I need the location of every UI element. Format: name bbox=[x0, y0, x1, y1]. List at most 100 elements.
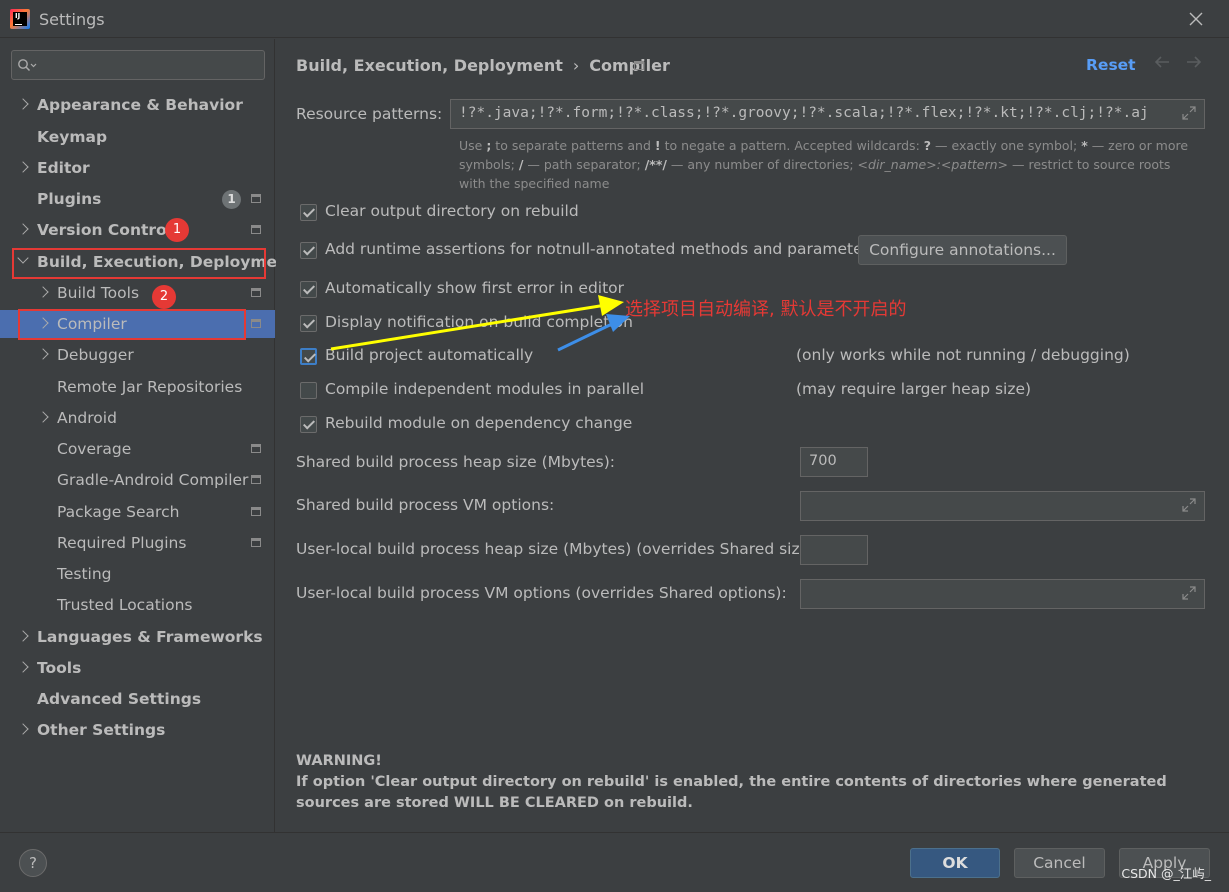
sidebar-item-package-search[interactable]: Package Search bbox=[0, 498, 275, 526]
shared-vm-field[interactable] bbox=[800, 491, 1205, 521]
show-first-error-label: Automatically show first error in editor bbox=[325, 279, 625, 297]
chevron-right-icon[interactable] bbox=[17, 161, 29, 173]
sidebar-item-coverage[interactable]: Coverage bbox=[0, 435, 275, 463]
sidebar-item-label: Build Tools bbox=[57, 284, 140, 302]
search-icon bbox=[18, 59, 37, 72]
shared-vm-label: Shared build process VM options: bbox=[296, 496, 555, 514]
compile-parallel-checkbox[interactable] bbox=[300, 382, 317, 399]
sidebar-item-build-tools[interactable]: Build Tools bbox=[0, 279, 275, 307]
display-notification-label: Display notification on build completion bbox=[325, 313, 633, 331]
watermark: CSDN @_江屿_ bbox=[1121, 866, 1211, 881]
compile-parallel-label: Compile independent modules in parallel bbox=[325, 380, 645, 398]
sidebar-item-trusted-locations[interactable]: Trusted Locations bbox=[0, 591, 275, 619]
display-notification-checkbox[interactable] bbox=[300, 315, 317, 332]
sidebar-item-editor[interactable]: Editor bbox=[0, 154, 275, 182]
sidebar-item-label: Editor bbox=[37, 159, 90, 177]
resource-patterns-label: Resource patterns: bbox=[296, 105, 443, 123]
sidebar-item-testing[interactable]: Testing bbox=[0, 560, 275, 588]
sidebar-item-label: Remote Jar Repositories bbox=[57, 378, 243, 396]
show-first-error-checkbox[interactable] bbox=[300, 281, 317, 298]
sidebar-item-label: Android bbox=[57, 409, 117, 427]
sidebar-item-remote-jar-repositories[interactable]: Remote Jar Repositories bbox=[0, 373, 275, 401]
ok-button[interactable]: OK bbox=[910, 848, 1000, 878]
sidebar-item-required-plugins[interactable]: Required Plugins bbox=[0, 529, 275, 557]
expand-icon[interactable] bbox=[1182, 586, 1196, 600]
sidebar-item-label: Debugger bbox=[57, 346, 134, 364]
shared-heap-field[interactable]: 700 bbox=[800, 447, 868, 477]
rebuild-on-change-checkbox[interactable] bbox=[300, 416, 317, 433]
sidebar-item-label: Trusted Locations bbox=[57, 596, 193, 614]
expand-icon[interactable] bbox=[1182, 106, 1196, 120]
breadcrumb-separator: › bbox=[572, 56, 580, 75]
chevron-right-icon[interactable] bbox=[17, 98, 29, 110]
build-automatically-note: (only works while not running / debuggin… bbox=[796, 346, 1130, 364]
chevron-right-icon[interactable] bbox=[37, 411, 49, 423]
window-title: Settings bbox=[39, 10, 105, 29]
marker-2: 2 bbox=[152, 285, 176, 309]
sidebar-item-languages-frameworks[interactable]: Languages & Frameworks bbox=[0, 623, 275, 651]
sidebar-item-label: Keymap bbox=[37, 128, 108, 146]
search-field[interactable] bbox=[38, 54, 258, 76]
breadcrumb: Build, Execution, Deployment › Compiler bbox=[296, 56, 670, 75]
project-level-icon bbox=[251, 288, 261, 297]
project-level-icon bbox=[251, 194, 261, 203]
warning-title: WARNING! bbox=[296, 753, 382, 769]
sidebar-item-appearance-behavior[interactable]: Appearance & Behavior bbox=[0, 91, 275, 119]
chevron-right-icon[interactable] bbox=[37, 286, 49, 298]
project-level-icon bbox=[251, 444, 261, 453]
sidebar-item-plugins[interactable]: Plugins 1 bbox=[0, 185, 275, 213]
reset-link[interactable]: Reset bbox=[1086, 56, 1136, 74]
search-input[interactable] bbox=[11, 50, 265, 80]
sidebar-item-android[interactable]: Android bbox=[0, 404, 275, 432]
dialog-footer: ? OK Cancel Apply CSDN @_江屿_ bbox=[0, 832, 1229, 892]
sidebar-item-label: Package Search bbox=[57, 503, 180, 521]
sidebar-item-gradle-android-compiler[interactable]: Gradle-Android Compiler bbox=[0, 466, 275, 494]
highlight-compiler bbox=[18, 309, 246, 340]
sidebar-item-label: Gradle-Android Compiler bbox=[57, 471, 249, 489]
cancel-button[interactable]: Cancel bbox=[1014, 848, 1105, 878]
rebuild-on-change-label: Rebuild module on dependency change bbox=[325, 414, 633, 432]
chevron-right-icon[interactable] bbox=[17, 223, 29, 235]
sidebar-item-version-control[interactable]: Version Control bbox=[0, 216, 275, 244]
sidebar-item-other-settings[interactable]: Other Settings bbox=[0, 716, 275, 744]
app-icon-text: IJ bbox=[15, 12, 21, 20]
project-level-icon bbox=[251, 475, 261, 484]
chevron-right-icon[interactable] bbox=[17, 723, 29, 735]
sidebar-item-advanced-settings[interactable]: Advanced Settings bbox=[0, 685, 275, 713]
clear-output-checkbox[interactable] bbox=[300, 204, 317, 221]
sidebar-item-debugger[interactable]: Debugger bbox=[0, 341, 275, 369]
back-arrow-icon[interactable] bbox=[1152, 52, 1172, 77]
help-button[interactable]: ? bbox=[19, 849, 47, 877]
annotation-note: 选择项目自动编译, 默认是不开启的 bbox=[625, 299, 907, 320]
update-count-badge: 1 bbox=[222, 190, 241, 209]
sidebar-item-label: Coverage bbox=[57, 440, 132, 458]
resource-patterns-field[interactable]: !?*.java;!?*.form;!?*.class;!?*.groovy;!… bbox=[450, 99, 1205, 129]
user-heap-field[interactable] bbox=[800, 535, 868, 565]
title-bar: IJ Settings bbox=[0, 0, 1229, 38]
chevron-right-icon[interactable] bbox=[17, 630, 29, 642]
sidebar-item-label: Version Control bbox=[37, 221, 172, 239]
project-level-icon bbox=[251, 538, 261, 547]
configure-annotations-button[interactable]: Configure annotations... bbox=[858, 235, 1067, 265]
compiler-settings-panel: Build, Execution, Deployment › Compiler Re… bbox=[276, 39, 1229, 832]
user-vm-field[interactable] bbox=[800, 579, 1205, 609]
shared-heap-label: Shared build process heap size (Mbytes): bbox=[296, 453, 616, 471]
sidebar-item-label: Languages & Frameworks bbox=[37, 628, 263, 646]
sidebar-item-label: Testing bbox=[57, 565, 112, 583]
close-icon[interactable] bbox=[1185, 8, 1207, 30]
expand-icon[interactable] bbox=[1182, 498, 1196, 512]
resource-patterns-hint: Use ; to separate patterns and ! to nega… bbox=[459, 138, 1189, 191]
chevron-right-icon[interactable] bbox=[37, 348, 49, 360]
forward-arrow-icon[interactable] bbox=[1184, 52, 1204, 77]
chevron-right-icon[interactable] bbox=[17, 661, 29, 673]
sidebar-item-label: Advanced Settings bbox=[37, 690, 202, 708]
marker-1: 1 bbox=[165, 218, 189, 242]
breadcrumb-parent[interactable]: Build, Execution, Deployment bbox=[296, 56, 563, 75]
resource-patterns-value: !?*.java;!?*.form;!?*.class;!?*.groovy;!… bbox=[459, 105, 1149, 121]
build-automatically-checkbox[interactable] bbox=[300, 348, 317, 365]
user-heap-label: User-local build process heap size (Mbyt… bbox=[296, 540, 821, 558]
sidebar-item-tools[interactable]: Tools bbox=[0, 654, 275, 682]
runtime-assertions-checkbox[interactable] bbox=[300, 242, 317, 259]
sidebar-item-keymap[interactable]: Keymap bbox=[0, 123, 275, 151]
shared-heap-value: 700 bbox=[809, 453, 837, 469]
